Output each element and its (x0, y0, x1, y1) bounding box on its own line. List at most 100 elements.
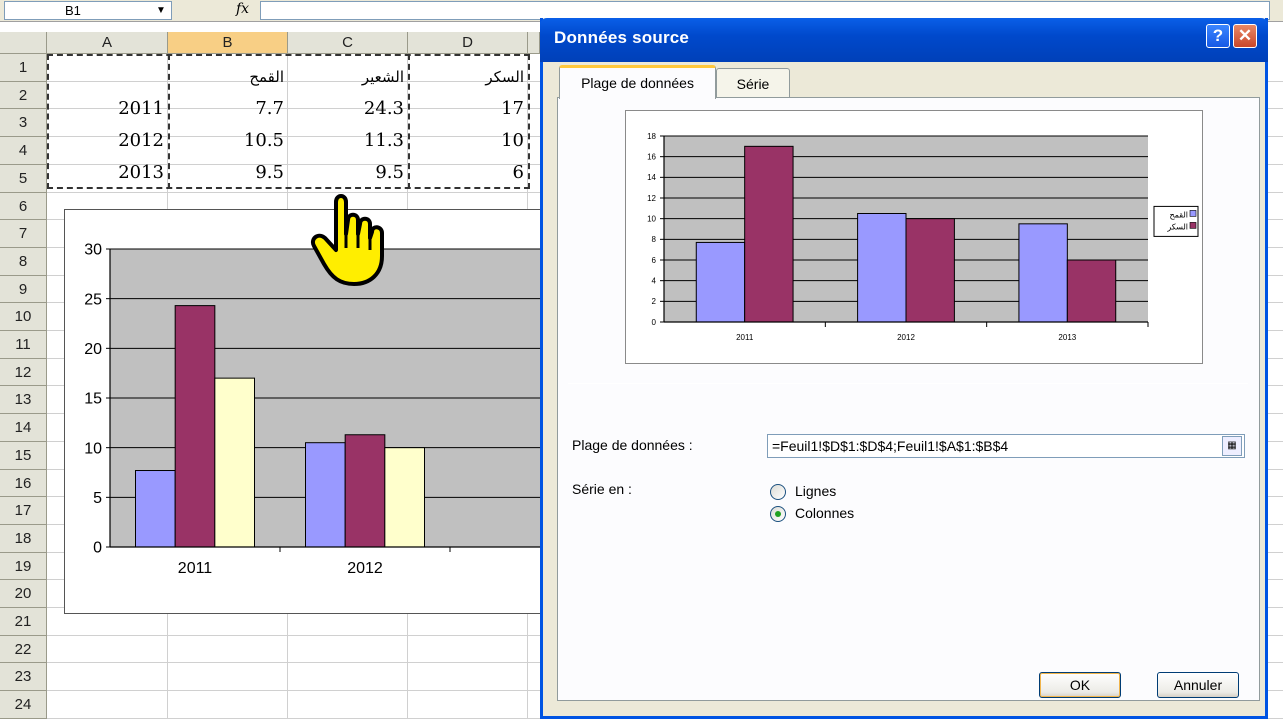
column-header-b[interactable]: B (168, 32, 288, 54)
row-header[interactable]: 10 (0, 303, 47, 331)
name-box-value: B1 (65, 3, 81, 18)
y-tick-label: 10 (647, 214, 656, 223)
row-header[interactable]: 23 (0, 663, 47, 691)
bar (135, 470, 176, 548)
y-tick-label: 6 (652, 256, 657, 265)
embedded-chart-svg: 0 5 10 15 20 25 30 2011 2012 (84, 242, 545, 577)
chart-preview-svg: 0 2 4 6 8 10 12 14 16 18 2011 2012 2013 القمح السكر (647, 132, 1199, 342)
dialog-title-bar[interactable]: Données source ? ✕ (540, 18, 1268, 62)
hand-pointer-icon (311, 194, 384, 286)
cancel-button[interactable]: Annuler (1157, 672, 1239, 698)
source-data-dialog: Données source ? ✕ Plage de données Séri… (540, 18, 1268, 719)
bar (214, 377, 255, 548)
y-tick-label: 25 (84, 291, 102, 308)
name-box[interactable]: B1 ▼ (4, 1, 172, 20)
x-tick-label: 2012 (347, 560, 383, 577)
bar (344, 434, 386, 548)
radio-columns-label[interactable]: Colonnes (795, 505, 854, 521)
y-tick-label: 16 (647, 152, 656, 161)
row-header[interactable]: 4 (0, 137, 47, 165)
column-header-a[interactable]: A (47, 32, 168, 54)
row-header[interactable]: 9 (0, 276, 47, 303)
bar (744, 145, 794, 323)
y-tick-label: 15 (84, 391, 102, 408)
y-tick-label: 14 (647, 173, 656, 182)
x-tick-label: 2011 (736, 333, 754, 342)
row-header[interactable]: 18 (0, 525, 47, 553)
tab-panel: 0 2 4 6 8 10 12 14 16 18 2011 2012 2013 القمح السكر Pl… (557, 97, 1260, 701)
row-header[interactable]: 6 (0, 193, 47, 220)
x-tick-label: 2011 (178, 560, 213, 577)
row-header[interactable]: 17 (0, 497, 47, 525)
row-header[interactable]: 22 (0, 636, 47, 663)
chart-preview: 0 2 4 6 8 10 12 14 16 18 2011 2012 2013 القمح السكر (625, 110, 1203, 364)
column-header-c[interactable]: C (288, 32, 408, 54)
row-header[interactable]: 13 (0, 386, 47, 414)
range-input-value: =Feuil1!$D$1:$D$4;Feuil1!$A$1:$B$4 (772, 438, 1009, 454)
marquee-divider (408, 54, 410, 189)
row-header[interactable]: 20 (0, 580, 47, 608)
select-all-corner[interactable] (0, 32, 47, 54)
row-header[interactable]: 3 (0, 109, 47, 137)
x-tick-label: 2013 (1058, 333, 1076, 342)
row-header[interactable]: 11 (0, 331, 47, 359)
chevron-down-icon[interactable]: ▼ (153, 3, 169, 18)
embedded-chart[interactable]: 0 5 10 15 20 25 30 2011 2012 (64, 209, 545, 614)
y-tick-label: 0 (93, 540, 102, 557)
range-label: Plage de données : (572, 437, 693, 453)
row-header[interactable]: 2 (0, 82, 47, 109)
y-tick-label: 2 (652, 297, 657, 306)
bar (905, 218, 955, 323)
bar (695, 241, 746, 323)
legend-swatch (1189, 222, 1197, 229)
column-header-e[interactable] (528, 32, 540, 54)
radio-rows[interactable] (770, 484, 786, 500)
y-tick-label: 4 (652, 276, 657, 285)
range-input[interactable]: =Feuil1!$D$1:$D$4;Feuil1!$A$1:$B$4 ▦ (767, 434, 1245, 458)
legend-swatch (1189, 210, 1197, 217)
row-header[interactable]: 14 (0, 414, 47, 442)
row-header[interactable]: 24 (0, 691, 47, 719)
row-header[interactable]: 1 (0, 54, 47, 82)
tab-data-range[interactable]: Plage de données (559, 65, 716, 99)
series-in-label: Série en : (572, 481, 632, 497)
y-tick-label: 30 (84, 242, 102, 259)
marquee-divider (168, 54, 170, 189)
dialog-title: Données source (554, 28, 690, 47)
radio-rows-label[interactable]: Lignes (795, 483, 836, 499)
radio-selected-dot (775, 511, 781, 517)
y-tick-label: 5 (93, 490, 102, 507)
row-header[interactable]: 7 (0, 220, 47, 248)
y-tick-label: 18 (647, 132, 656, 141)
close-button[interactable]: ✕ (1233, 24, 1257, 48)
bar (1018, 223, 1068, 323)
ok-button[interactable]: OK (1039, 672, 1121, 698)
bar (384, 447, 426, 548)
row-header[interactable]: 16 (0, 470, 47, 497)
y-tick-label: 12 (647, 194, 656, 203)
bar (305, 442, 346, 548)
row-header[interactable]: 12 (0, 359, 47, 386)
y-tick-label: 10 (84, 440, 102, 457)
help-button[interactable]: ? (1206, 24, 1230, 48)
column-header-d[interactable]: D (408, 32, 528, 54)
row-header[interactable]: 15 (0, 442, 47, 470)
bar (174, 305, 216, 548)
row-header[interactable]: 5 (0, 165, 47, 193)
bar (1066, 259, 1117, 323)
x-tick-label: 2012 (897, 333, 915, 342)
radio-columns[interactable] (770, 506, 786, 522)
legend-label: القمح (1170, 210, 1189, 219)
row-header[interactable]: 19 (0, 553, 47, 580)
separator (568, 383, 1248, 384)
bar (857, 213, 907, 323)
collapse-dialog-icon[interactable]: ▦ (1222, 436, 1242, 456)
tab-series[interactable]: Série (716, 68, 790, 98)
row-header[interactable]: 8 (0, 248, 47, 276)
selection-marquee (47, 54, 530, 189)
y-tick-label: 20 (84, 341, 102, 358)
legend-label: السكر (1166, 222, 1188, 231)
y-tick-label: 8 (652, 235, 657, 244)
row-header[interactable]: 21 (0, 608, 47, 636)
fx-icon[interactable]: fx (236, 1, 249, 17)
